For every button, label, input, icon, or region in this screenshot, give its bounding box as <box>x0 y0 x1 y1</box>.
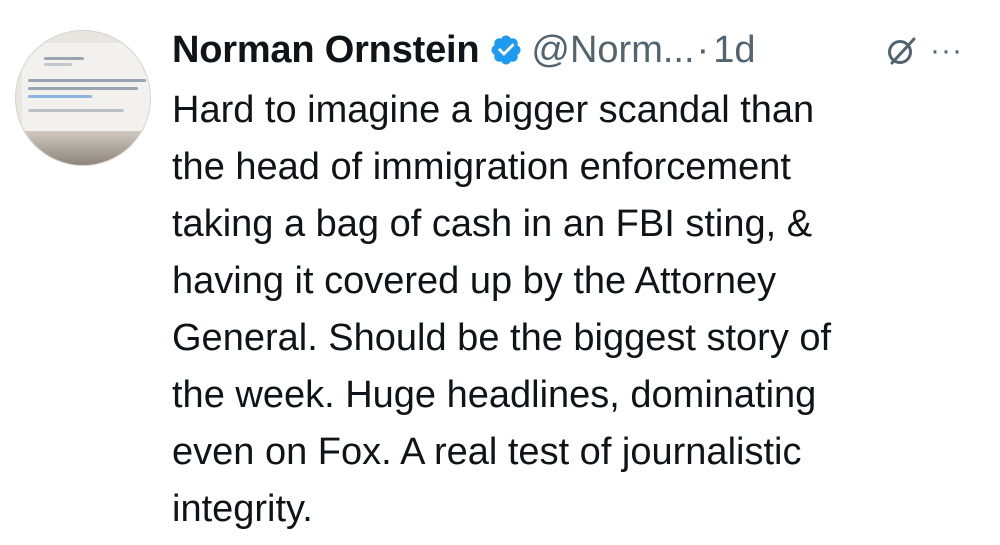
tweet-line: General. Should be the biggest story of <box>172 317 832 359</box>
tweet[interactable]: Norman Ornstein @Norm... · 1d ··· Hard t… <box>0 0 1000 545</box>
grok-icon[interactable] <box>884 33 920 69</box>
tweet-line: taking a bag of cash in an FBI sting, & <box>172 203 813 245</box>
more-options-icon[interactable]: ··· <box>930 34 970 67</box>
tweet-line: the head of immigration enforcement <box>172 146 791 188</box>
author-name[interactable]: Norman Ornstein <box>172 29 480 72</box>
separator-dot: · <box>696 28 710 71</box>
verified-badge-icon[interactable] <box>489 33 523 67</box>
tweet-text: Hard to imagine a bigger scandal than th… <box>172 82 982 538</box>
tweet-header: Norman Ornstein @Norm... · 1d <box>172 28 755 72</box>
avatar-shadow <box>16 131 150 165</box>
author-handle[interactable]: @Norm... <box>531 29 694 72</box>
tweet-line: having it covered up by the Attorney <box>172 260 777 302</box>
avatar[interactable] <box>15 30 151 166</box>
tweet-line: the week. Huge headlines, dominating <box>172 374 817 416</box>
timestamp[interactable]: 1d <box>713 29 755 72</box>
tweet-line: integrity. <box>172 488 313 530</box>
tweet-line: Hard to imagine a bigger scandal than <box>172 89 815 131</box>
tweet-line: even on Fox. A real test of journalistic <box>172 431 802 473</box>
